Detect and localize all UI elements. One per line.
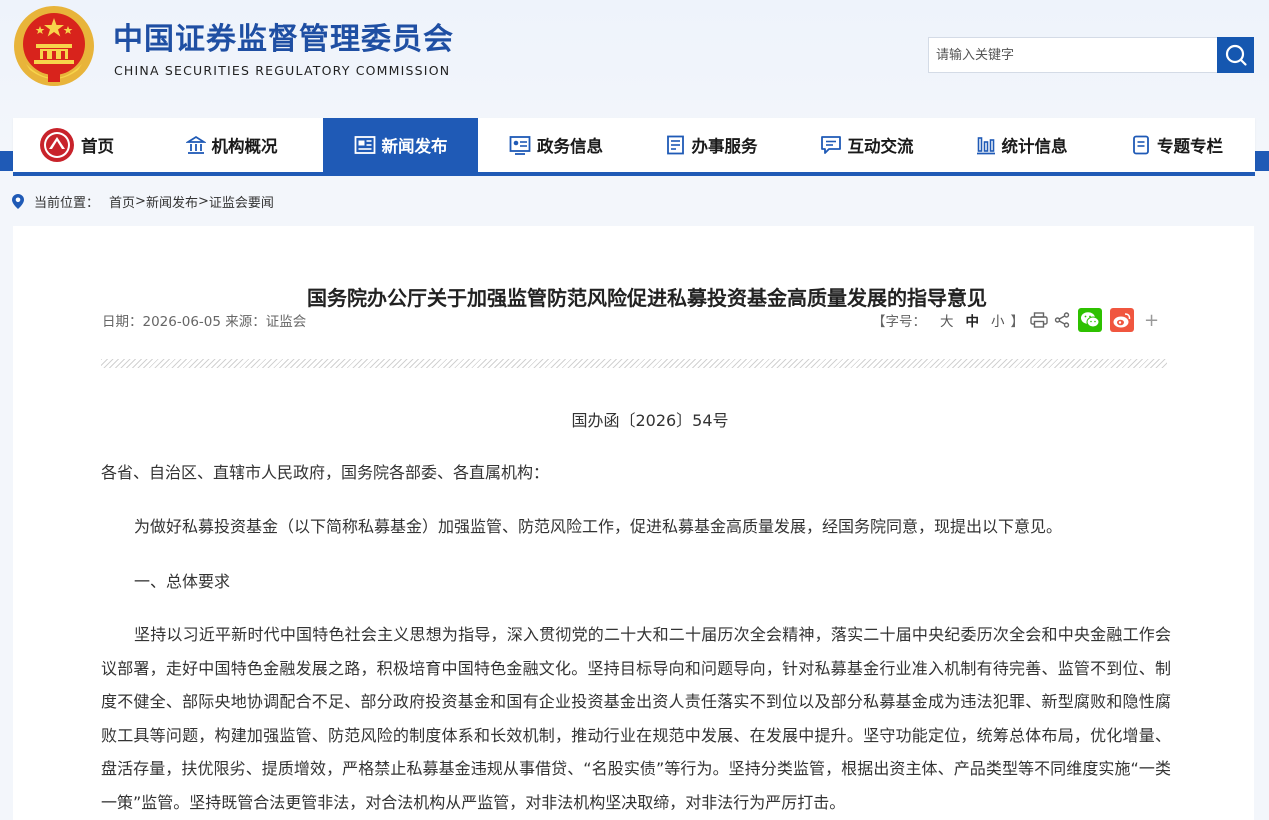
main-nav: 首页 机构概况 新闻发布 政务信息 办事服务 互动交流 统计信息 专题专栏 bbox=[13, 118, 1255, 172]
breadcrumb-news[interactable]: 新闻发布 bbox=[146, 192, 198, 211]
breadcrumb-separator: > bbox=[197, 193, 209, 209]
newspaper-icon bbox=[354, 136, 375, 154]
weibo-icon bbox=[1113, 313, 1131, 328]
nav-label-services: 办事服务 bbox=[691, 137, 758, 156]
site-subtitle: CHINA SECURITIES REGULATORY COMMISSION bbox=[114, 63, 451, 78]
divider bbox=[101, 359, 1167, 368]
wechat-icon bbox=[1081, 312, 1100, 328]
breadcrumb: 当前位置： 首页 > 新闻发布 > 证监会要闻 bbox=[12, 192, 274, 211]
more-share-button[interactable]: + bbox=[1144, 310, 1159, 331]
nav-item-government[interactable]: 政务信息 bbox=[478, 118, 634, 172]
breadcrumb-prefix: 当前位置： bbox=[34, 195, 100, 211]
site-title: 中国证券监督管理委员会 bbox=[113, 22, 454, 57]
print-icon bbox=[1030, 312, 1048, 328]
nav-item-interaction[interactable]: 互动交流 bbox=[789, 118, 944, 172]
national-emblem-icon bbox=[14, 6, 94, 86]
chat-icon bbox=[820, 136, 841, 154]
nav-item-news[interactable]: 新闻发布 bbox=[323, 118, 478, 172]
breadcrumb-home[interactable]: 首页 bbox=[109, 192, 135, 211]
id-card-icon bbox=[509, 136, 531, 155]
search-box bbox=[928, 37, 1254, 73]
share-button[interactable] bbox=[1054, 312, 1070, 328]
font-size-close: 】 bbox=[1010, 314, 1025, 330]
font-size-medium-button[interactable]: 中 bbox=[966, 310, 980, 330]
search-input[interactable] bbox=[929, 38, 1218, 72]
csrc-logo-icon bbox=[40, 128, 74, 162]
breadcrumb-current[interactable]: 证监会要闻 bbox=[209, 192, 274, 211]
print-button[interactable] bbox=[1030, 312, 1048, 328]
share-weibo-button[interactable] bbox=[1110, 308, 1134, 332]
building-icon bbox=[185, 135, 206, 154]
nav-label-home: 首页 bbox=[81, 137, 114, 156]
font-size-small-button[interactable]: 小 bbox=[991, 310, 1005, 330]
bar-chart-icon bbox=[976, 137, 995, 155]
paragraph-body: 坚持以习近平新时代中国特色社会主义思想为指导，深入贯彻党的二十大和二十届历次全会… bbox=[101, 625, 1171, 812]
share-wechat-button[interactable] bbox=[1078, 308, 1102, 332]
article-meta: 日期：2026-06-05 来源：证监会 bbox=[102, 314, 307, 330]
nav-label-government: 政务信息 bbox=[537, 137, 603, 156]
paragraph-intro: 为做好私募投资基金（以下简称私募基金）加强监管、防范风险工作，促进私募基金高质量… bbox=[134, 517, 1063, 536]
addressee: 各省、自治区、直辖市人民政府，国务院各部委、各直属机构： bbox=[101, 463, 550, 482]
nav-bottom-bar bbox=[13, 172, 1255, 176]
nav-label-interaction: 互动交流 bbox=[847, 137, 914, 156]
nav-label-statistics: 统计信息 bbox=[1001, 137, 1068, 156]
nav-label-news: 新闻发布 bbox=[381, 137, 448, 156]
article-panel: 国务院办公厅关于加强监管防范风险促进私募投资基金高质量发展的指导意见 日期：20… bbox=[13, 226, 1254, 820]
nav-item-statistics[interactable]: 统计信息 bbox=[944, 118, 1099, 172]
search-button[interactable] bbox=[1217, 37, 1254, 73]
notes-icon bbox=[1133, 135, 1149, 155]
nav-label-topics: 专题专栏 bbox=[1157, 137, 1223, 156]
search-icon bbox=[1225, 44, 1247, 66]
nav-label-about: 机构概况 bbox=[211, 137, 278, 156]
article-title: 国务院办公厅关于加强监管防范风险促进私募投资基金高质量发展的指导意见 bbox=[307, 286, 987, 310]
nav-item-services[interactable]: 办事服务 bbox=[634, 118, 789, 172]
section-heading: 一、总体要求 bbox=[134, 572, 231, 591]
location-pin-icon bbox=[12, 193, 24, 209]
share-icon bbox=[1054, 312, 1070, 328]
font-size-label: 【字号： bbox=[872, 314, 926, 330]
document-number: 国办函〔2026〕54号 bbox=[571, 411, 729, 430]
nav-item-about[interactable]: 机构概况 bbox=[140, 118, 323, 172]
article-tools: 【字号： 大 中 小 】 + bbox=[872, 308, 1159, 332]
font-size-large-button[interactable]: 大 bbox=[940, 310, 954, 330]
breadcrumb-separator: > bbox=[135, 193, 146, 209]
document-list-icon bbox=[666, 135, 684, 155]
nav-item-topics[interactable]: 专题专栏 bbox=[1099, 118, 1255, 172]
nav-item-home[interactable]: 首页 bbox=[13, 118, 140, 172]
